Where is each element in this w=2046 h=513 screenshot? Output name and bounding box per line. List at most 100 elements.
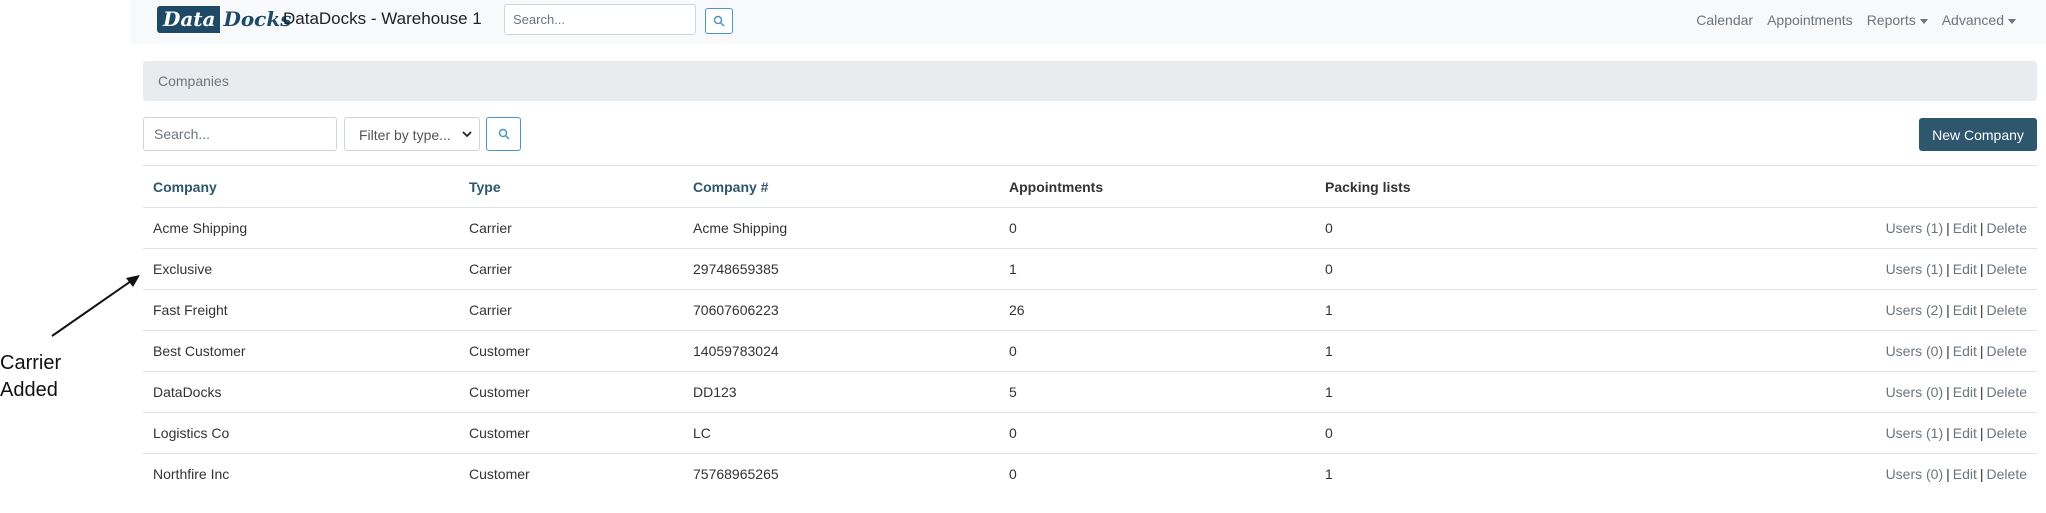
action-separator: | — [1979, 466, 1984, 482]
company-number-cell: DD123 — [693, 384, 737, 400]
nav-reports-label: Reports — [1866, 12, 1916, 28]
action-separator: | — [1979, 261, 1984, 277]
column-header-appointments: Appointments — [1009, 178, 1104, 195]
company-search-input[interactable] — [143, 117, 337, 151]
top-navbar: Data Docks DataDocks - Warehouse 1 Calen… — [130, 0, 2046, 44]
type-cell: Customer — [469, 343, 530, 359]
action-separator: | — [1979, 220, 1984, 236]
packing-lists-cell: 0 — [1325, 261, 1333, 277]
action-separator: | — [1946, 384, 1950, 400]
appointments-cell: 0 — [1009, 425, 1017, 441]
appointments-cell: 0 — [1009, 343, 1017, 359]
delete-link[interactable]: Delete — [1987, 466, 2027, 482]
type-cell: Carrier — [469, 220, 512, 236]
users-link[interactable]: Users (1) — [1886, 220, 1944, 236]
users-link[interactable]: Users (0) — [1886, 384, 1944, 400]
edit-link[interactable]: Edit — [1953, 466, 1977, 482]
row-actions: Users (2) | Edit | Delete — [1886, 302, 2027, 318]
users-link[interactable]: Users (1) — [1886, 425, 1944, 441]
delete-link[interactable]: Delete — [1987, 384, 2027, 400]
edit-link[interactable]: Edit — [1953, 343, 1977, 359]
company-cell: Logistics Co — [153, 425, 230, 441]
breadcrumb-current: Companies — [158, 73, 229, 89]
company-number-cell: Acme Shipping — [693, 220, 788, 236]
company-number-cell: LC — [693, 425, 711, 441]
appointments-cell: 0 — [1009, 220, 1017, 236]
edit-link[interactable]: Edit — [1953, 384, 1977, 400]
type-cell: Carrier — [469, 261, 512, 277]
navbar-search-button[interactable] — [705, 8, 733, 34]
packing-lists-cell: 1 — [1325, 466, 1333, 482]
new-company-button[interactable]: New Company — [1919, 118, 2037, 151]
delete-link[interactable]: Delete — [1987, 261, 2027, 277]
appointments-cell: 0 — [1009, 466, 1017, 482]
caret-down-icon — [1919, 18, 1928, 24]
company-cell: Northfire Inc — [153, 466, 230, 482]
action-separator: | — [1946, 466, 1950, 482]
row-actions: Users (0) | Edit | Delete — [1886, 384, 2027, 400]
table-row: Best Customer Customer 14059783024 0 1 Users … — [143, 330, 2037, 371]
action-separator: | — [1979, 384, 1984, 400]
company-cell: Fast Freight — [153, 302, 228, 318]
edit-link[interactable]: Edit — [1953, 302, 1977, 318]
appointments-cell: 1 — [1009, 261, 1017, 277]
column-header-type[interactable]: Type — [469, 179, 501, 195]
appointments-cell: 26 — [1009, 302, 1025, 318]
action-separator: | — [1979, 302, 1984, 318]
company-cell: Best Customer — [153, 343, 246, 359]
table-row: Acme Shipping Carrier Acme Shipping 0 0 Users… — [143, 207, 2037, 248]
arrow-icon — [51, 275, 140, 337]
row-actions: Users (0) | Edit | Delete — [1886, 343, 2027, 359]
delete-link[interactable]: Delete — [1987, 220, 2027, 236]
companies-table: Company Type Company # Appointments Pack… — [143, 165, 2037, 494]
nav-advanced-dropdown[interactable]: Advanced — [1942, 12, 2016, 28]
company-cell: Acme Shipping — [153, 220, 248, 236]
action-separator: | — [1979, 343, 1984, 359]
table-row: Northfire Inc Customer 75768965265 0 1 Users … — [143, 453, 2037, 494]
annotation-line-1: Carrier — [0, 352, 62, 374]
type-filter-select[interactable]: Filter by type... — [344, 117, 480, 151]
action-separator: | — [1979, 425, 1984, 441]
nav-reports-dropdown[interactable]: Reports — [1867, 12, 1928, 28]
company-cell: DataDocks — [153, 384, 222, 400]
delete-link[interactable]: Delete — [1987, 302, 2027, 318]
filter-search-button[interactable] — [486, 117, 521, 151]
packing-lists-cell: 1 — [1325, 302, 1333, 318]
breadcrumb: Companies — [143, 61, 2037, 101]
users-link[interactable]: Users (0) — [1886, 466, 1944, 482]
nav-advanced-label: Advanced — [1941, 12, 2004, 28]
users-link[interactable]: Users (2) — [1886, 302, 1944, 318]
action-separator: | — [1946, 302, 1950, 318]
nav-appointments-link[interactable]: Appointments — [1767, 12, 1853, 28]
users-link[interactable]: Users (1) — [1886, 261, 1944, 277]
column-header-company[interactable]: Company — [153, 179, 217, 195]
datadocks-logo[interactable]: Data Docks — [157, 6, 293, 33]
type-filter-value: Filter by type... — [359, 127, 451, 143]
packing-lists-cell: 1 — [1325, 343, 1333, 359]
search-icon — [713, 15, 725, 27]
action-separator: | — [1946, 343, 1950, 359]
edit-link[interactable]: Edit — [1953, 425, 1977, 441]
caret-down-icon — [2008, 18, 2016, 24]
chevron-down-icon — [462, 131, 472, 138]
table-body: Acme Shipping Carrier Acme Shipping 0 0 Users… — [143, 207, 2037, 494]
navbar-search-input[interactable] — [504, 4, 696, 35]
delete-link[interactable]: Delete — [1987, 425, 2027, 441]
row-actions: Users (0) | Edit | Delete — [1886, 466, 2027, 482]
nav-calendar-link[interactable]: Calendar — [1696, 12, 1753, 28]
edit-link[interactable]: Edit — [1953, 220, 1977, 236]
search-icon — [498, 128, 510, 140]
company-number-cell: 14059783024 — [693, 343, 779, 359]
delete-link[interactable]: Delete — [1987, 343, 2027, 359]
column-header-company-number[interactable]: Company # — [693, 179, 768, 195]
logo-part-1: Data — [157, 6, 220, 33]
packing-lists-cell: 0 — [1325, 425, 1333, 441]
table-header-row: Company Type Company # Appointments Pack… — [143, 165, 2037, 207]
table-row: Fast Freight Carrier 70607606223 26 1 Users (… — [143, 289, 2037, 330]
table-row: Exclusive Carrier 29748659385 1 0 Users (1) | E… — [143, 248, 2037, 289]
type-cell: Carrier — [469, 302, 512, 318]
type-cell: Customer — [469, 466, 530, 482]
users-link[interactable]: Users (0) — [1886, 343, 1944, 359]
action-separator: | — [1946, 261, 1950, 277]
edit-link[interactable]: Edit — [1953, 261, 1977, 277]
